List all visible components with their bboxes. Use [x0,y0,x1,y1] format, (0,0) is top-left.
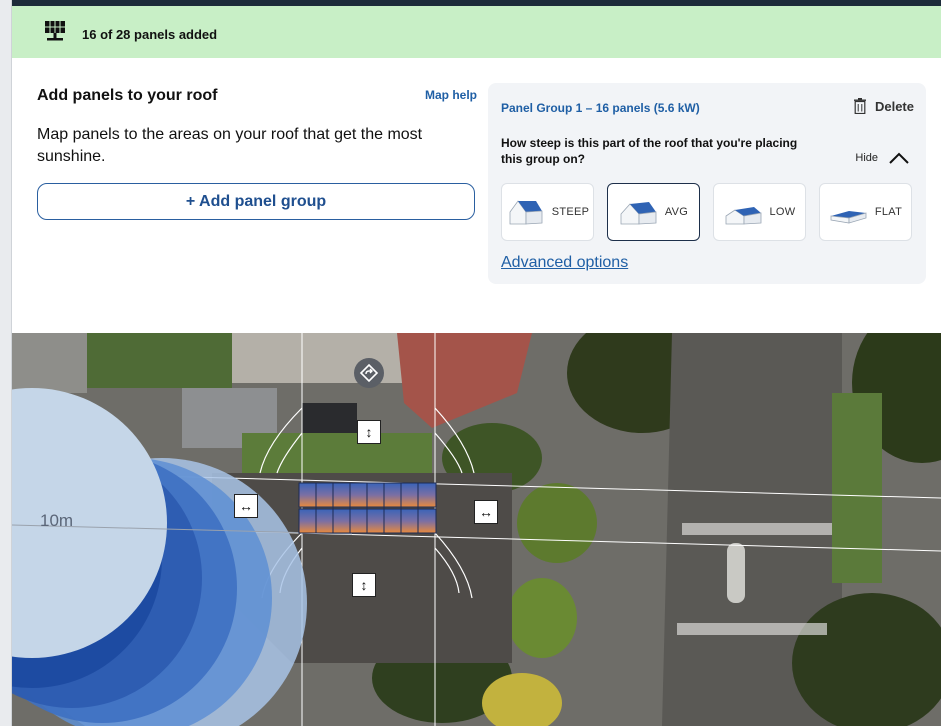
pitch-option-flat[interactable]: FLAT [819,183,912,241]
add-panel-group-button[interactable]: + Add panel group [37,183,475,220]
resize-right-handle[interactable]: ↔ [474,500,498,524]
low-roof-icon [725,207,761,225]
panels-added-banner: 16 of 28 panels added [12,6,941,58]
banner-text: 16 of 28 panels added [82,27,218,42]
rotate-handle[interactable] [354,358,384,388]
left-window-edge [0,0,12,726]
pitch-label-low: LOW [769,206,796,218]
pitch-option-steep[interactable]: STEEP [501,183,594,241]
map-help-link[interactable]: Map help [425,88,477,102]
resize-top-handle[interactable]: ↕ [357,420,381,444]
hide-toggle[interactable]: Hide [855,151,910,165]
pitch-option-avg[interactable]: AVG [607,183,700,241]
panel-group-title: Panel Group 1 – 16 panels (5.6 kW) [501,101,700,115]
roof-pitch-question: How steep is this part of the roof that … [501,136,798,166]
hide-label: Hide [855,152,878,164]
satellite-map[interactable]: 10m ↕ ↔ ↔ ↕ [12,333,941,726]
pitch-label-flat: FLAT [874,206,903,218]
pitch-label-avg: AVG [664,206,689,218]
resize-bottom-handle[interactable]: ↕ [352,573,376,597]
rotate-icon [359,363,379,383]
map-imagery [12,333,941,726]
solar-panel-icon [45,21,65,41]
pitch-option-low[interactable]: LOW [713,183,806,241]
instructions-text: Map panels to the areas on your roof tha… [37,126,423,165]
trash-icon [853,98,866,114]
pitch-label-steep: STEEP [551,206,590,218]
panel-group-card: Panel Group 1 – 16 panels (5.6 kW) Delet… [488,83,926,284]
steep-roof-icon [509,200,543,225]
chevron-up-icon [889,152,909,164]
delete-label: Delete [874,98,914,114]
delete-group-button[interactable]: Delete [853,98,914,114]
advanced-options-link[interactable]: Advanced options [501,254,628,272]
page-title: Add panels to your roof [37,87,218,104]
average-roof-icon [620,202,657,225]
resize-left-handle[interactable]: ↔ [234,494,258,518]
flat-roof-icon [830,211,867,224]
distance-label: 10m [40,511,74,530]
